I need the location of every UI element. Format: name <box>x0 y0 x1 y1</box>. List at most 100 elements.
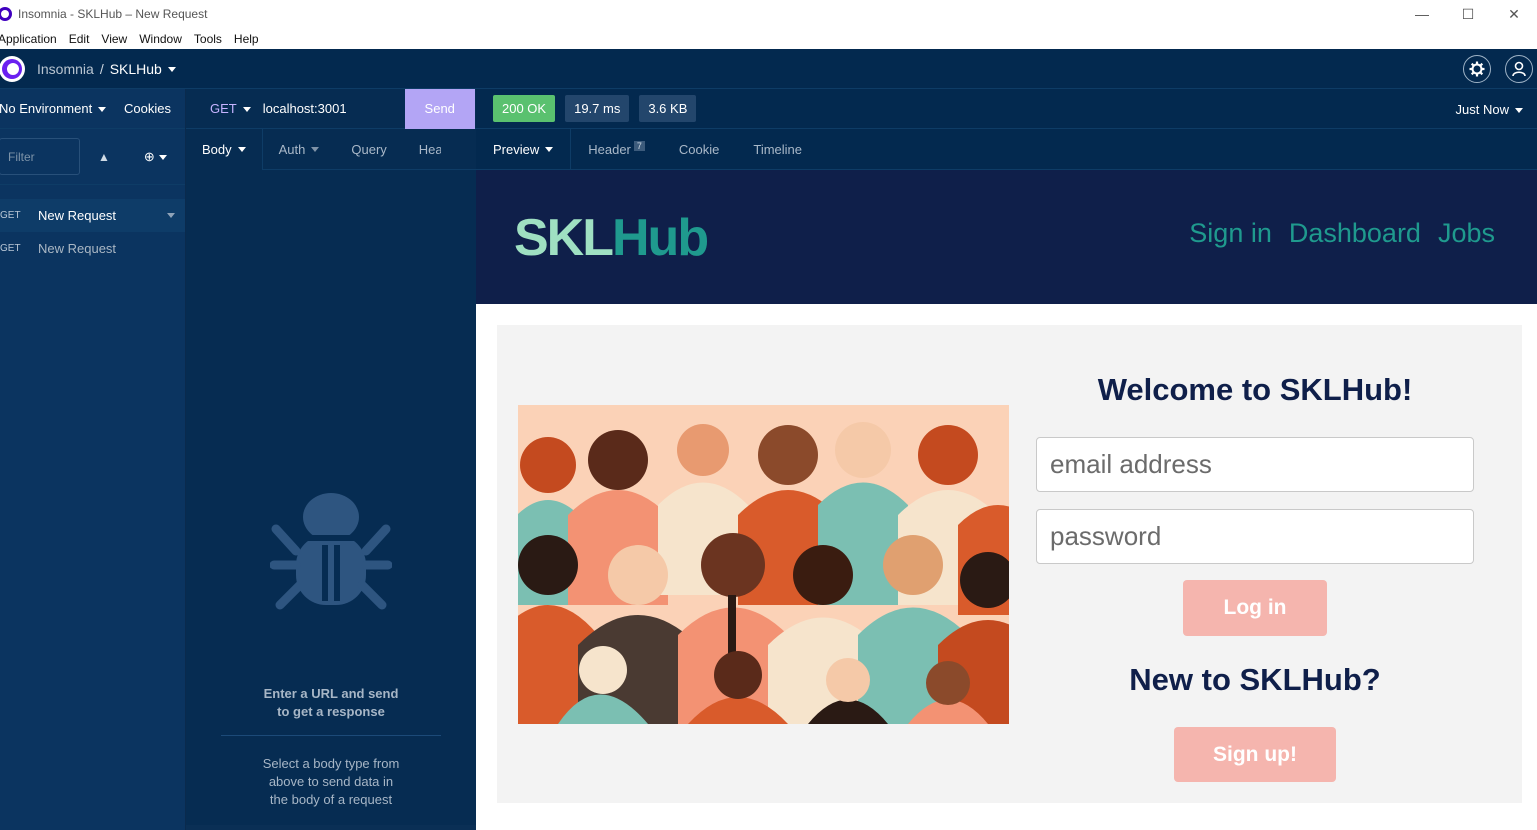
menu-edit[interactable]: Edit <box>69 32 90 46</box>
response-history-dropdown[interactable]: Just Now <box>1456 102 1523 117</box>
request-method-badge: GET <box>0 210 21 221</box>
close-icon[interactable]: ✕ <box>1491 0 1537 28</box>
sidebar: No Environment Cookies Filter ▲ ⊕ GET Ne… <box>0 89 186 830</box>
nav-dashboard-link[interactable]: Dashboard <box>1289 218 1421 249</box>
tab-header-label: Header <box>588 141 631 157</box>
filter-input[interactable]: Filter <box>0 138 80 175</box>
tab-timeline[interactable]: Timeline <box>736 129 819 170</box>
menu-view[interactable]: View <box>101 32 127 46</box>
welcome-heading: Welcome to SKLHub! <box>1097 372 1413 407</box>
chevron-down-icon <box>242 107 251 113</box>
response-size-badge: 3.6 KB <box>639 95 697 122</box>
site-logo[interactable]: SKLHub <box>514 208 709 268</box>
chevron-down-icon <box>158 154 167 160</box>
response-history-label: Just Now <box>1455 102 1509 117</box>
tab-preview[interactable]: Preview <box>476 128 572 170</box>
window-title: Insomnia - SKLHub – New Request <box>18 7 208 21</box>
url-input[interactable]: localhost:3001 <box>263 101 405 116</box>
method-label: GET <box>210 101 237 116</box>
menu-help[interactable]: Help <box>234 32 259 46</box>
tab-auth[interactable]: Auth <box>263 129 336 170</box>
chevron-down-icon <box>1515 108 1523 114</box>
site-logo-skl: SKL <box>514 209 614 267</box>
menu-tools[interactable]: Tools <box>194 32 222 46</box>
chevron-down-icon <box>98 107 107 113</box>
account-user-icon[interactable] <box>1505 55 1533 83</box>
signup-button[interactable]: Sign up! <box>1174 727 1336 782</box>
bug-icon <box>270 493 392 610</box>
chevron-down-icon <box>545 146 554 152</box>
nav-sign-in-link[interactable]: Sign in <box>1189 218 1272 249</box>
site-nav: Sign in Dashboard Jobs <box>1189 218 1495 249</box>
settings-gear-icon[interactable] <box>1463 55 1491 83</box>
site-body: Welcome to SKLHub! email address passwor… <box>476 304 1537 830</box>
request-name: New Request <box>38 241 117 256</box>
header-count-badge: 7 <box>633 141 645 151</box>
chevron-down-icon[interactable] <box>167 213 175 218</box>
tab-preview-label: Preview <box>493 141 540 157</box>
empty-sub-line1: Select a body type from <box>262 756 400 771</box>
empty-title-line2: to get a response <box>277 704 385 719</box>
empty-state-title: Enter a URL and send to get a response <box>186 685 476 721</box>
chevron-down-icon <box>311 146 320 152</box>
email-field[interactable]: email address <box>1036 437 1474 492</box>
environment-row: No Environment Cookies <box>0 89 185 129</box>
response-status-bar: 200 OK 19.7 ms 3.6 KB Just Now <box>476 89 1537 129</box>
response-tabs: Preview Header 7 Cookie Timeline <box>476 128 1537 170</box>
tab-cookie[interactable]: Cookie <box>662 129 736 170</box>
sidebar-request-item[interactable]: GET New Request <box>0 199 185 232</box>
people-illustration <box>518 405 1009 724</box>
password-field[interactable]: password <box>1036 509 1474 564</box>
window-controls: — ☐ ✕ <box>1399 0 1537 28</box>
send-button[interactable]: Send <box>404 88 475 129</box>
chevron-down-icon <box>237 146 246 152</box>
sidebar-request-item[interactable]: GET New Request <box>0 232 185 265</box>
breadcrumb[interactable]: Insomnia / SKLHub <box>37 61 176 77</box>
status-badge: 200 OK <box>493 95 556 122</box>
add-circle-icon[interactable]: ⊕ <box>144 149 167 165</box>
method-dropdown[interactable]: GET <box>210 101 251 116</box>
login-card: Welcome to SKLHub! email address passwor… <box>497 325 1522 803</box>
window-titlebar: Insomnia - SKLHub – New Request — ☐ ✕ <box>0 0 1537 28</box>
environment-dropdown[interactable]: No Environment <box>0 101 107 116</box>
tab-body[interactable]: Body <box>186 128 263 170</box>
maximize-icon[interactable]: ☐ <box>1445 0 1491 28</box>
nav-jobs-link[interactable]: Jobs <box>1438 218 1495 249</box>
empty-state-subtitle: Select a body type from above to send da… <box>186 755 476 809</box>
insomnia-logo-icon <box>0 55 25 82</box>
request-pane: GET localhost:3001 Send Body Auth Query … <box>186 88 476 830</box>
chevron-down-icon[interactable] <box>167 67 176 73</box>
insomnia-icon <box>0 7 12 21</box>
site-navbar: SKLHub Sign in Dashboard Jobs <box>476 170 1537 304</box>
app-header: Insomnia / SKLHub <box>0 49 1537 89</box>
new-user-heading: New to SKLHub? <box>1129 662 1381 697</box>
sort-icon[interactable]: ▲ <box>98 150 110 164</box>
request-tabs: Body Auth Query Head <box>186 128 476 170</box>
breadcrumb-separator: / <box>99 60 104 77</box>
tab-body-label: Body <box>202 141 232 157</box>
tab-headers[interactable]: Head <box>403 129 441 170</box>
response-time-badge: 19.7 ms <box>565 95 630 122</box>
url-bar: GET localhost:3001 Send <box>186 88 476 129</box>
empty-sub-line2: above to send data in <box>268 774 394 789</box>
pane-footer <box>186 825 476 830</box>
minimize-icon[interactable]: — <box>1399 0 1445 28</box>
divider <box>221 735 441 736</box>
site-logo-hub: Hub <box>612 209 709 267</box>
environment-label: No Environment <box>0 101 93 116</box>
tab-header[interactable]: Header 7 <box>571 129 662 170</box>
request-name: New Request <box>38 208 117 223</box>
breadcrumb-workspace[interactable]: SKLHub <box>110 61 162 77</box>
menu-bar: Application Edit View Window Tools Help <box>0 28 1537 49</box>
cookies-button[interactable]: Cookies <box>124 101 171 116</box>
tab-query[interactable]: Query <box>335 129 402 170</box>
menu-window[interactable]: Window <box>139 32 182 46</box>
request-method-badge: GET <box>0 243 21 254</box>
empty-title-line1: Enter a URL and send <box>263 686 399 701</box>
tab-auth-label: Auth <box>278 141 306 157</box>
login-button[interactable]: Log in <box>1183 580 1327 636</box>
filter-row: Filter ▲ ⊕ <box>0 129 185 185</box>
breadcrumb-app[interactable]: Insomnia <box>37 61 94 77</box>
menu-application[interactable]: Application <box>0 32 57 46</box>
empty-sub-line3: the body of a request <box>269 792 393 807</box>
